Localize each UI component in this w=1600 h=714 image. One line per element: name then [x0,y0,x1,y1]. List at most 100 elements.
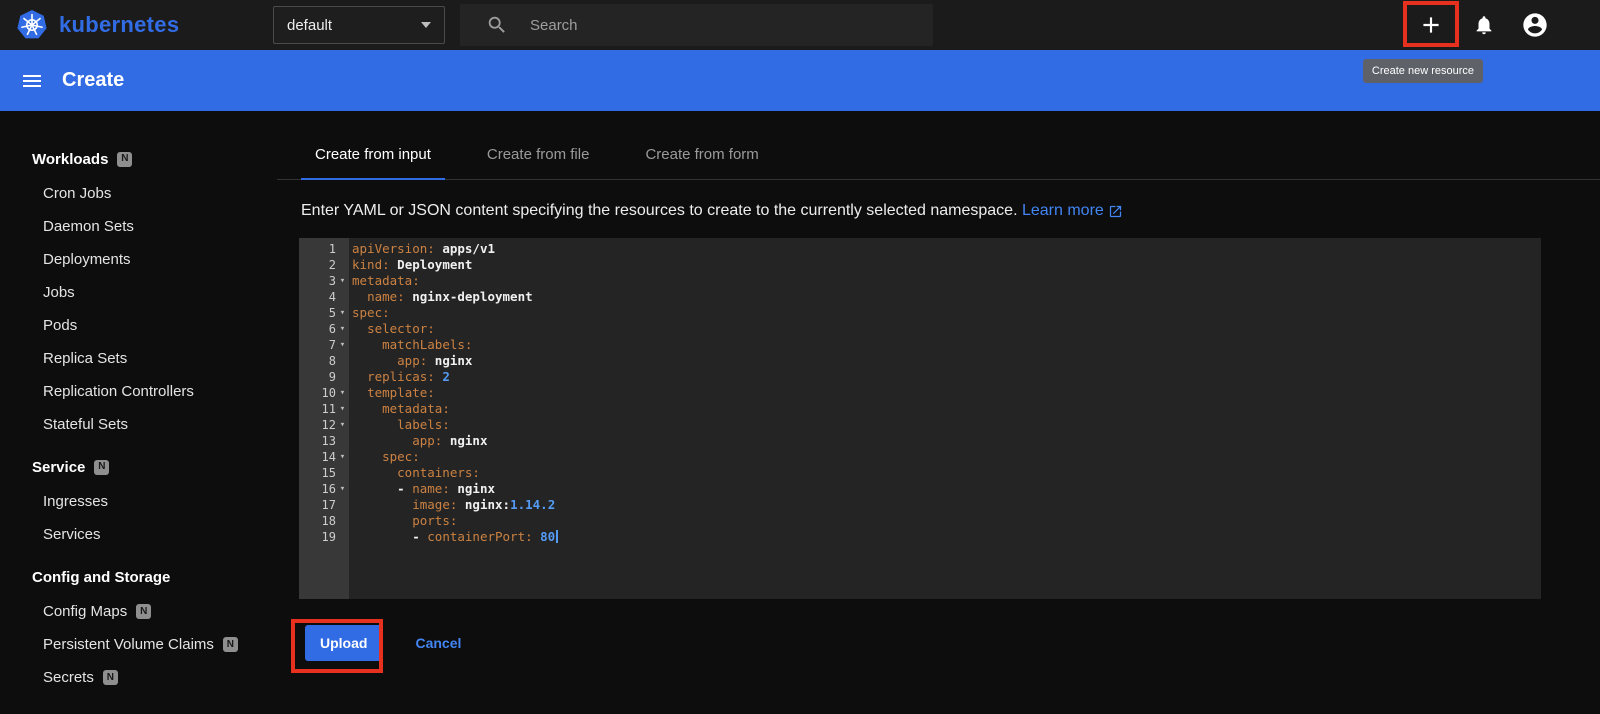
learn-more-label: Learn more [1021,202,1104,219]
fold-caret-icon[interactable]: ▾ [336,449,349,465]
learn-more-link[interactable]: Learn more [1022,202,1123,220]
line-number: 2 [299,257,349,273]
sidebar-section-label: Workloads [32,150,109,168]
line-number: 6 ▾ [299,321,349,337]
search-bar[interactable] [460,4,933,46]
sidebar-item-stateful-sets[interactable]: Stateful Sets [0,408,277,441]
line-number: 12 ▾ [299,417,349,433]
tab-create-from-file[interactable]: Create from file [473,130,604,179]
sidebar-item-daemon-sets[interactable]: Daemon Sets [0,210,277,243]
yaml-editor[interactable]: 1 2 3 ▾ 4 5 ▾ 6 ▾ 7 ▾ 8 9 10 ▾ 11 ▾ 12 ▾ 13 14 ▾ 15 16 ▾ 17 18 19 a… [299,238,1541,599]
sidebar-item-pods[interactable]: Pods [0,309,277,342]
external-link-icon [1109,205,1121,217]
code-line: template: [367,385,435,400]
cancel-button[interactable]: Cancel [415,635,461,651]
tab-create-from-form[interactable]: Create from form [631,130,772,179]
namespace-selector[interactable]: default [273,6,445,44]
tabs: Create from input Create from file Create … [277,130,1600,180]
sidebar-item-jobs[interactable]: Jobs [0,276,277,309]
sidebar-item-label: Deployments [43,251,131,268]
line-number-text: 13 [321,434,336,448]
fold-caret-icon[interactable]: ▾ [336,417,349,433]
search-input[interactable] [528,15,919,35]
sidebar-item-label: Persistent Volume Claims [43,636,214,653]
sidebar-item-deployments[interactable]: Deployments [0,243,277,276]
line-number: 11 ▾ [299,401,349,417]
sidebar-item-cron-jobs[interactable]: Cron Jobs [0,177,277,210]
sidebar-item-label: Cron Jobs [43,185,112,202]
code-line: labels: [397,417,450,432]
line-number-text: 7 [328,338,336,352]
fold-caret-icon[interactable]: ▾ [336,273,349,289]
editor-code[interactable]: apiVersion: apps/v1 kind: Deployment metad… [349,238,1541,599]
code-line: kind: Deployment [352,257,473,272]
create-new-resource-button[interactable] [1411,5,1451,45]
brand-name: kubernetes [59,12,180,37]
page-title: Create [62,69,125,91]
code-line: matchLabels: [382,337,473,352]
text-cursor [556,530,559,543]
line-number-text: 19 [321,530,336,544]
code-line: image: nginx:1.14.2 [412,497,556,512]
line-number-text: 1 [328,242,336,256]
sidebar-item-config-maps[interactable]: Config Maps N [0,595,277,628]
upload-button[interactable]: Upload [305,625,383,661]
line-number-text: 10 [321,386,336,400]
notifications-button[interactable] [1464,5,1504,45]
sidebar-item-replica-sets[interactable]: Replica Sets [0,342,277,375]
line-number: 19 [299,529,349,545]
brand[interactable]: kubernetes [16,0,179,50]
line-number-text: 15 [321,466,336,480]
code-line: ports: [412,513,458,528]
account-icon [1523,13,1547,37]
sidebar-item-label: Pods [43,317,78,334]
sidebar-item-secrets[interactable]: Secrets N [0,661,277,694]
line-number-text: 9 [328,370,336,384]
sidebar-item-label: Config Maps [43,603,128,620]
plus-icon [1423,17,1439,33]
bell-icon [1476,16,1492,35]
fold-caret-icon[interactable]: ▾ [336,481,349,497]
line-number-text: 14 [321,450,336,464]
code-line: metadata: [382,401,450,416]
topbar: kubernetes default [0,0,1600,50]
line-number: 14 ▾ [299,449,349,465]
fold-caret-icon[interactable]: ▾ [336,305,349,321]
fold-caret-icon[interactable]: ▾ [336,401,349,417]
line-number: 5 ▾ [299,305,349,321]
fold-caret-icon[interactable]: ▾ [336,337,349,353]
fold-caret-icon[interactable]: ▾ [336,385,349,401]
sidebar-item-replication-controllers[interactable]: Replication Controllers [0,375,277,408]
line-number-text: 8 [328,354,336,368]
line-number: 1 [299,241,349,257]
menu-button[interactable] [18,67,46,95]
line-number: 3 ▾ [299,273,349,289]
sidebar-item-persistent-volume-claims[interactable]: Persistent Volume Claims N [0,628,277,661]
line-number: 4 [299,289,349,305]
namespaced-badge: N [94,459,110,475]
line-number-text: 18 [321,514,336,528]
fold-caret-icon[interactable]: ▾ [336,321,349,337]
code-line: - containerPort: 80 [352,529,1541,545]
sidebar-item-ingresses[interactable]: Ingresses [0,485,277,518]
code-line: apiVersion: apps/v1 [352,241,496,256]
line-number: 7 ▾ [299,337,349,353]
line-number: 16 ▾ [299,481,349,497]
sidebar-item-services[interactable]: Services [0,518,277,551]
namespaced-badge: N [136,604,152,619]
code-line: spec: [352,305,390,320]
sidebar-item-label: Jobs [43,284,75,301]
create-new-resource-tooltip: Create new resource [1362,59,1483,83]
description: Enter YAML or JSON content specifying th… [301,202,1600,220]
line-number-text: 12 [321,418,336,432]
account-button[interactable] [1515,5,1555,45]
sidebar-item-label: Secrets [43,669,94,686]
code-line: replicas: 2 [367,369,450,384]
tab-create-from-input[interactable]: Create from input [301,130,445,180]
